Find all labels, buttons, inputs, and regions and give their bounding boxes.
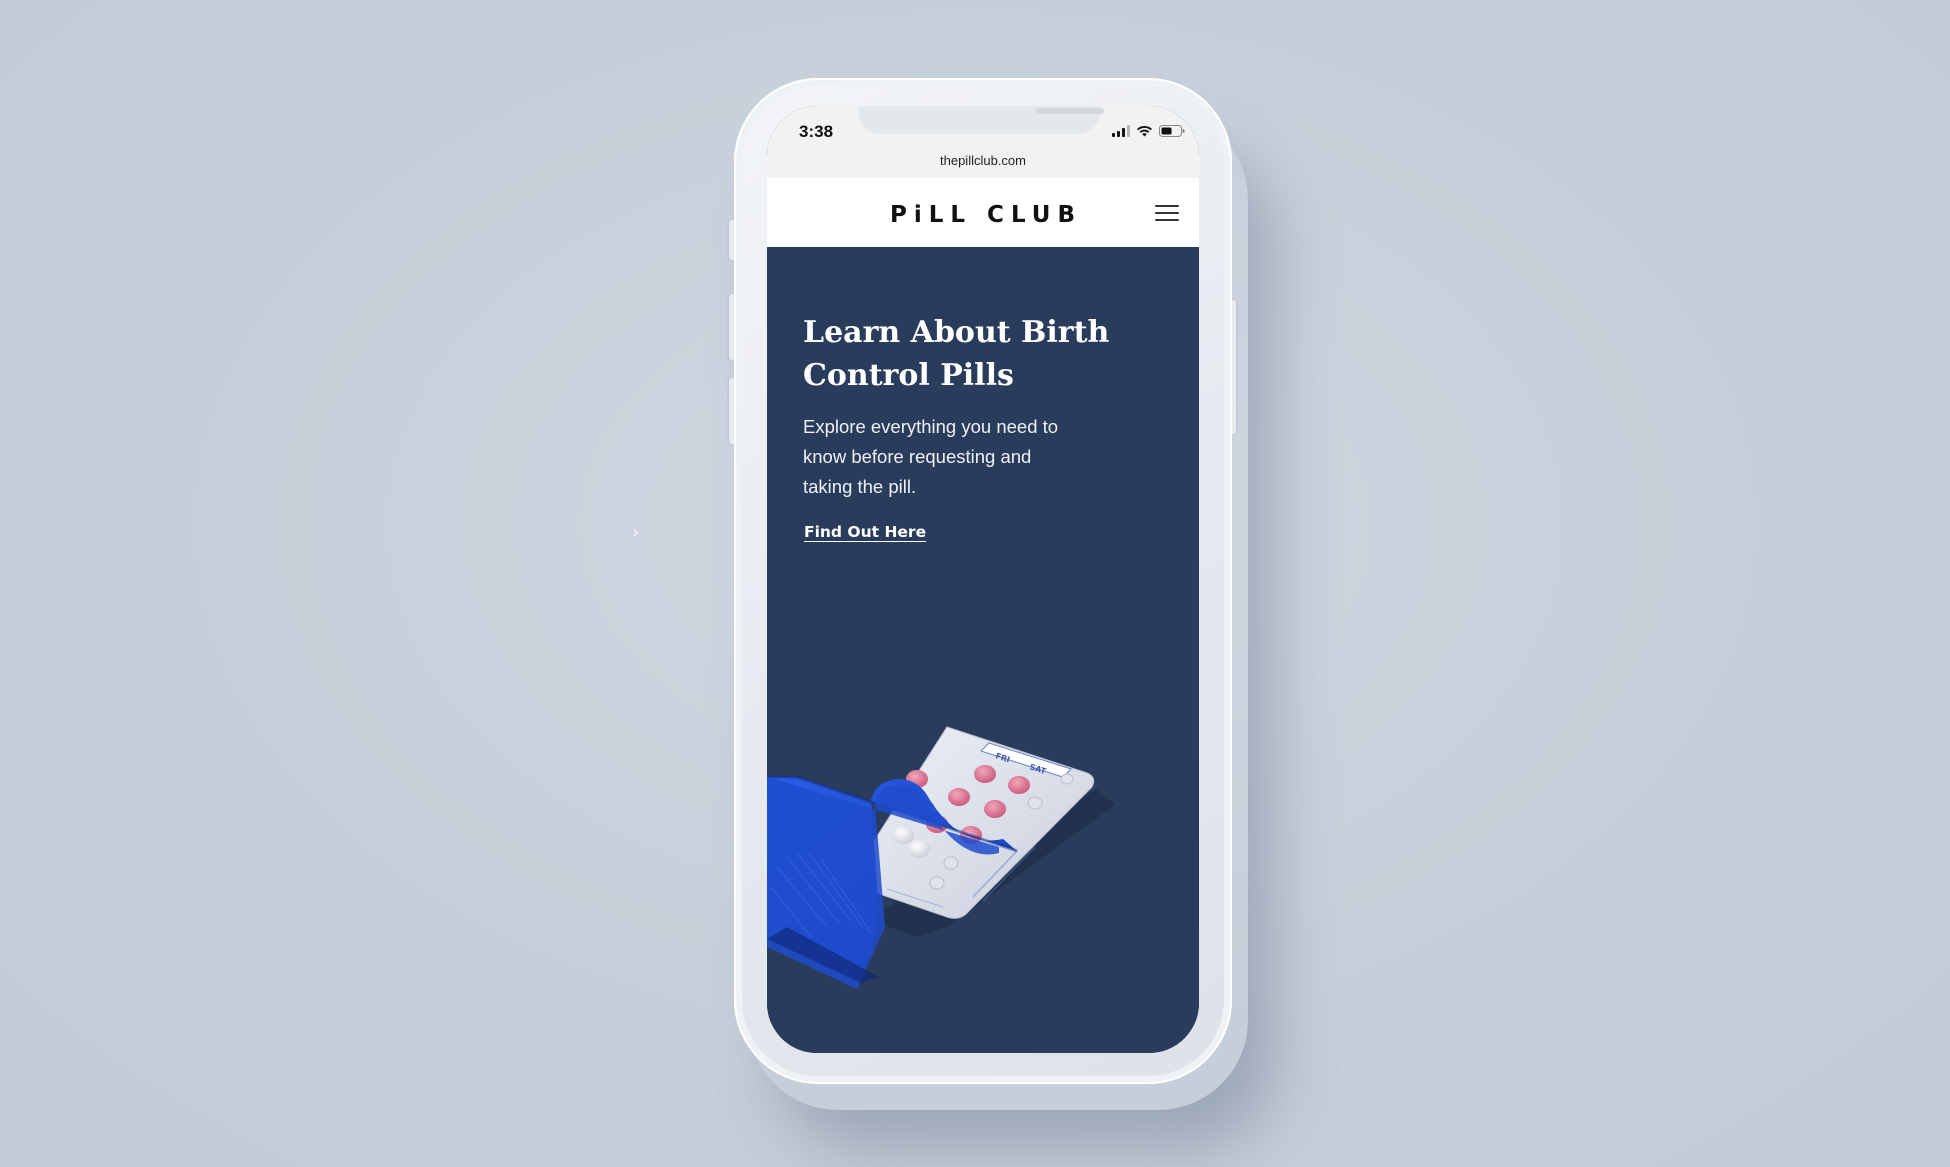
chevron-right-icon[interactable]: › — [632, 524, 639, 542]
status-icons — [1112, 125, 1185, 137]
phone-screen: 3:38 thepillclub.com PiLL CLUB Learn Abo… — [767, 106, 1199, 1053]
site-logo[interactable]: PiLL CLUB — [767, 202, 1199, 228]
hero-title: Learn About Birth Control Pills — [803, 315, 1110, 393]
speaker-grille — [1036, 108, 1104, 114]
hero-description: Explore everything you need to know befo… — [803, 416, 1059, 497]
find-out-here-link[interactable]: Find Out Here — [804, 523, 926, 541]
status-time: 3:38 — [799, 122, 834, 141]
address-bar-url[interactable]: thepillclub.com — [767, 153, 1199, 168]
site-header: PiLL CLUB — [767, 178, 1199, 247]
hamburger-icon[interactable] — [1155, 205, 1179, 221]
status-bar: 3:38 thepillclub.com — [767, 106, 1199, 178]
battery-icon — [1159, 125, 1185, 137]
cellular-signal-icon — [1112, 125, 1130, 137]
pill-pack-illustration: FRI SAT — [767, 726, 1115, 989]
wifi-icon — [1137, 125, 1152, 137]
notch — [858, 106, 1104, 134]
mockup-background: › 3:38 thepillclub.com PiLL CLUB Learn A… — [0, 0, 1950, 1167]
hero-section: Learn About Birth Control Pills Explore … — [767, 247, 1199, 1053]
